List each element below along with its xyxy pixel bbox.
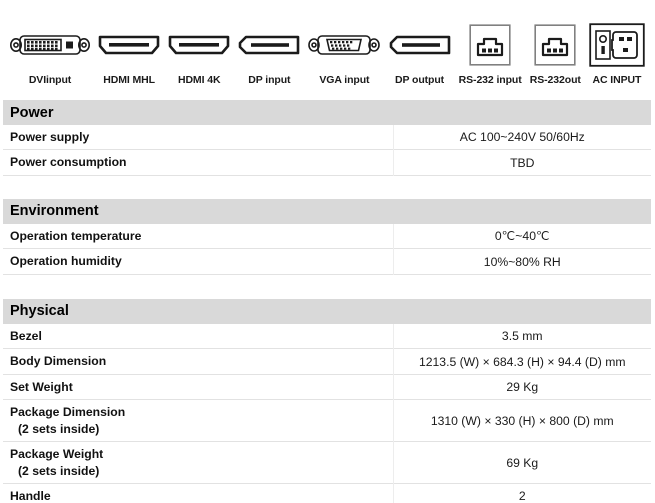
rs232-jack-icon <box>534 22 576 68</box>
spec-value: 10%~80% RH <box>483 254 561 269</box>
table-row: Bezel 3.5 mm <box>3 323 651 349</box>
dp-connector-icon <box>238 22 300 68</box>
table-row: Operation humidity 10%~80% RH <box>3 248 651 275</box>
spec-label: Handle <box>10 489 51 503</box>
ac-inlet-switch-icon <box>589 22 645 68</box>
spec-label-cell: Operation humidity <box>3 248 394 275</box>
spec-label-sub: (2 sets inside) <box>18 463 100 478</box>
spec-label: Package Dimension <box>10 405 126 420</box>
connector-icon-strip: DVIinput HDMI MHL HDMI 4K DP input VGA i… <box>0 0 655 86</box>
connector-item-dp-input: DP input <box>238 8 300 86</box>
connector-item-vga-input: VGA input <box>308 8 381 86</box>
spec-label: Set Weight <box>10 379 73 394</box>
table-row: Package Weight (2 sets inside) 69 Kg <box>3 441 651 484</box>
spec-value: 69 Kg <box>506 455 539 470</box>
connector-label: RS-232out <box>529 74 581 86</box>
section-header-physical: Physical <box>3 298 651 324</box>
connector-item-ac-input: AC INPUT <box>589 8 645 86</box>
table-row: Body Dimension 1213.5 (W) × 684.3 (H) × 9… <box>3 348 651 375</box>
connector-label: DP output <box>395 74 445 86</box>
spec-label-cell: Power supply <box>3 125 394 150</box>
section-header-environment: Environment <box>3 198 651 224</box>
spec-label: Body Dimension <box>10 354 107 369</box>
table-row: Power consumption TBD <box>3 149 651 176</box>
spec-label-sub: (2 sets inside) <box>18 421 100 436</box>
connector-item-hdmi-4k: HDMI 4K <box>168 8 230 86</box>
section-header-power: Power <box>3 100 651 125</box>
hdmi-connector-icon <box>168 22 230 68</box>
spec-value: 3.5 mm <box>501 329 543 344</box>
spec-value: 1213.5 (W) × 684.3 (H) × 94.4 (D) mm <box>418 354 626 369</box>
spec-label-cell: Bezel <box>3 323 394 349</box>
spec-value: 0℃~40℃ <box>494 229 550 244</box>
section-environment: Environment Operation temperature 0℃~40℃ Op… <box>3 198 651 275</box>
connector-label: HDMI 4K <box>177 74 221 86</box>
connector-item-dviinput: DVIinput <box>10 8 90 86</box>
spec-label-cell: Package Dimension (2 sets inside) <box>3 399 394 442</box>
spec-sheet-page: DVIinput HDMI MHL HDMI 4K DP input VGA i… <box>0 0 655 503</box>
spec-table-physical: Bezel 3.5 mm Body Dimension 1213.5 (W) × 68… <box>3 323 651 503</box>
dvi-connector-icon <box>10 22 90 68</box>
hdmi-connector-icon <box>98 22 160 68</box>
table-row: Handle 2 <box>3 483 651 503</box>
spec-label-cell: Operation temperature <box>3 223 394 249</box>
connector-item-rs-232-input: RS-232 input <box>459 8 522 86</box>
connector-item-rs-232out: RS-232out <box>530 8 581 86</box>
connector-label: DVIinput <box>28 74 72 86</box>
connector-label: RS-232 input <box>458 74 522 86</box>
spec-value: TBD <box>510 155 535 170</box>
spec-value: AC 100~240V 50/60Hz <box>459 130 585 145</box>
spec-label: Power supply <box>10 130 90 144</box>
connector-label: AC INPUT <box>592 74 642 86</box>
spec-label-cell: Power consumption <box>3 149 394 176</box>
spec-label-cell: Package Weight (2 sets inside) <box>3 441 394 484</box>
spec-label-cell: Body Dimension <box>3 348 394 375</box>
spec-label-cell: Handle <box>3 483 394 503</box>
spec-label-cell: Set Weight <box>3 374 394 400</box>
connector-item-dp-output: DP output <box>389 8 451 86</box>
section-physical: Physical Bezel 3.5 mm Body Dimension 1213.5 … <box>3 298 651 503</box>
section-power: Power Power supply AC 100~240V 50/60Hz Powe… <box>3 100 651 176</box>
spec-value: 29 Kg <box>506 380 539 395</box>
vga-connector-icon <box>308 22 381 68</box>
connector-label: HDMI MHL <box>103 74 155 86</box>
spec-label: Operation humidity <box>10 254 122 269</box>
specification-sections: Power Power supply AC 100~240V 50/60Hz Powe… <box>0 100 655 503</box>
spec-label: Bezel <box>10 328 42 343</box>
spec-label: Operation temperature <box>10 228 142 243</box>
table-row: Power supply AC 100~240V 50/60Hz <box>3 125 651 150</box>
connector-label: VGA input <box>319 74 370 86</box>
spec-table-environment: Operation temperature 0℃~40℃ Operation hum… <box>3 223 651 275</box>
spec-label: Power consumption <box>10 155 127 170</box>
rs232-jack-icon <box>469 22 511 68</box>
table-row: Package Dimension (2 sets inside) 1310 (W)… <box>3 399 651 442</box>
spec-value: 1310 (W) × 330 (H) × 800 (D) mm <box>430 413 614 428</box>
table-row: Set Weight 29 Kg <box>3 374 651 400</box>
connector-item-hdmi-mhl: HDMI MHL <box>98 8 160 86</box>
spec-value: 2 <box>518 489 526 503</box>
table-row: Operation temperature 0℃~40℃ <box>3 223 651 249</box>
dp-connector-icon <box>389 22 451 68</box>
spec-table-power: Power supply AC 100~240V 50/60Hz Power con… <box>3 125 651 176</box>
spec-label: Package Weight <box>10 447 104 462</box>
connector-label: DP input <box>248 74 291 86</box>
